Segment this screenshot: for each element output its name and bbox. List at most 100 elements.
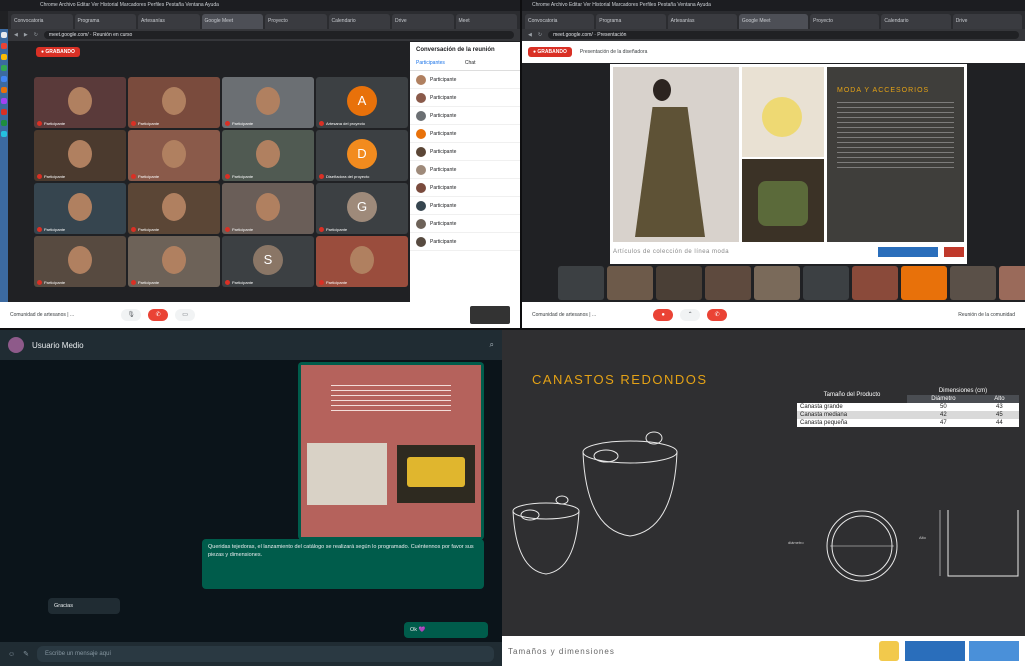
participant-row[interactable]: Participante bbox=[410, 179, 520, 197]
app-icon[interactable] bbox=[1, 76, 7, 82]
mic-muted-icon bbox=[319, 227, 324, 232]
participant-thumbnail[interactable] bbox=[705, 266, 751, 300]
participant-row[interactable]: Participante bbox=[410, 71, 520, 89]
app-icon[interactable] bbox=[1, 54, 7, 60]
tab[interactable]: Drive bbox=[392, 14, 454, 29]
participant-thumbnail[interactable] bbox=[607, 266, 653, 300]
participant-row[interactable]: Participante bbox=[410, 233, 520, 251]
tab[interactable]: Artesanías bbox=[667, 14, 737, 29]
participant-tile-video[interactable]: Participante bbox=[34, 236, 126, 287]
tab[interactable]: Calendario bbox=[328, 14, 390, 29]
image-message[interactable] bbox=[298, 362, 484, 540]
tab[interactable]: Programa bbox=[596, 14, 666, 29]
participant-row[interactable]: Participante bbox=[410, 125, 520, 143]
participant-thumbnail[interactable] bbox=[754, 266, 800, 300]
participant-tile-video[interactable]: Participante bbox=[222, 183, 314, 234]
emoji-icon[interactable]: ☺ bbox=[8, 651, 15, 658]
mic-button[interactable]: 🎙 bbox=[121, 309, 142, 321]
tab[interactable]: Proyecto bbox=[265, 14, 327, 29]
present-button[interactable]: ⌃ bbox=[680, 309, 701, 321]
participant-thumbnail[interactable] bbox=[852, 266, 898, 300]
app-icon[interactable] bbox=[1, 120, 7, 126]
participant-name-label: Participante bbox=[44, 280, 66, 285]
participant-tile-avatar[interactable]: G Participante bbox=[316, 183, 408, 234]
url-field[interactable]: meet.google.com/ · Presentación bbox=[548, 31, 1019, 39]
participant-thumbnail[interactable] bbox=[999, 266, 1025, 300]
participant-tile-video[interactable]: Participante bbox=[34, 183, 126, 234]
reload-icon[interactable]: ↻ bbox=[34, 32, 38, 38]
reload-icon[interactable]: ↻ bbox=[538, 32, 542, 38]
tab-chat[interactable]: Chat bbox=[465, 60, 476, 66]
app-icon[interactable] bbox=[1, 109, 7, 115]
app-icon[interactable] bbox=[1, 32, 7, 38]
meet-grid-window: Chrome Archivo Editar Ver Historial Marc… bbox=[0, 0, 520, 328]
forward-icon[interactable]: ▶ bbox=[24, 32, 28, 38]
participant-tile-video[interactable]: Participante bbox=[128, 183, 220, 234]
participant-row[interactable]: Participante bbox=[410, 107, 520, 125]
avatar[interactable] bbox=[8, 337, 24, 353]
tab[interactable]: Artesanías bbox=[138, 14, 200, 29]
participant-tile-video[interactable]: Participante bbox=[34, 130, 126, 181]
app-icon[interactable] bbox=[1, 98, 7, 104]
participant-face bbox=[256, 87, 280, 115]
participant-row[interactable]: Participante bbox=[410, 197, 520, 215]
app-icon[interactable] bbox=[1, 87, 7, 93]
tab[interactable]: Drive bbox=[952, 14, 1022, 29]
tab[interactable]: Calendario bbox=[881, 14, 951, 29]
participant-row-label: Participante bbox=[430, 202, 457, 209]
participant-tile-video[interactable]: Participante bbox=[128, 77, 220, 128]
participant-tile-avatar[interactable]: D Diseñadora del proyecto bbox=[316, 130, 408, 181]
tab[interactable]: Proyecto bbox=[810, 14, 880, 29]
participant-tile-avatar[interactable]: A Artesana del proyecto bbox=[316, 77, 408, 128]
participant-row[interactable]: Participante bbox=[410, 89, 520, 107]
participant-name: Participante bbox=[319, 280, 347, 285]
participant-tile-video[interactable]: Participante bbox=[222, 130, 314, 181]
back-icon[interactable]: ◀ bbox=[528, 32, 532, 38]
participant-tile-avatar[interactable]: S Participante bbox=[222, 236, 314, 287]
mic-button[interactable]: ● bbox=[653, 309, 674, 321]
participant-row[interactable]: Participante bbox=[410, 161, 520, 179]
hangup-button[interactable]: ✆ bbox=[707, 309, 728, 321]
app-icon[interactable] bbox=[1, 43, 7, 49]
tab[interactable]: Programa bbox=[74, 14, 136, 29]
tab[interactable]: Meet bbox=[455, 14, 517, 29]
tab-active[interactable]: Google Meet bbox=[201, 14, 263, 29]
side-view-body bbox=[947, 510, 1019, 577]
participant-tile-video[interactable]: Participante bbox=[128, 130, 220, 181]
attach-icon[interactable]: ✎ bbox=[23, 650, 29, 658]
slide-heading: MODA Y ACCESORIOS bbox=[837, 87, 930, 94]
participant-tile-video[interactable]: Participante bbox=[34, 77, 126, 128]
browser-tabs: Convocatoria Programa Artesanías Google … bbox=[522, 11, 1025, 29]
search-icon[interactable]: ⌕ bbox=[490, 340, 494, 350]
participant-thumbnail[interactable] bbox=[558, 266, 604, 300]
participant-thumbnail[interactable] bbox=[803, 266, 849, 300]
camera-button[interactable]: ▭ bbox=[175, 309, 196, 321]
participant-thumbnail[interactable] bbox=[901, 266, 947, 300]
table-cell: Canasta pequeña bbox=[800, 420, 848, 426]
url-field[interactable]: meet.google.com/ · Reunión en curso bbox=[43, 31, 514, 39]
contact-name[interactable]: Usuario Medio bbox=[32, 341, 84, 350]
participant-row[interactable]: Participante bbox=[410, 143, 520, 161]
table-subheader: Alto bbox=[979, 395, 1019, 403]
participant-name: Participante bbox=[225, 280, 253, 285]
tab-participants[interactable]: Participantes bbox=[416, 60, 445, 66]
participant-tile-video[interactable]: Participante bbox=[128, 236, 220, 287]
participant-tile-video[interactable]: Participante bbox=[316, 236, 408, 287]
message-input[interactable]: Escribe un mensaje aquí bbox=[37, 646, 494, 662]
participant-row-label: Participante bbox=[430, 112, 457, 119]
participant-thumbnail[interactable] bbox=[656, 266, 702, 300]
participant-tile-video[interactable]: Participante bbox=[222, 77, 314, 128]
avatar: D bbox=[347, 138, 377, 169]
tab[interactable]: Convocatoria bbox=[11, 14, 73, 29]
table-cell: Canasta grande bbox=[800, 404, 843, 410]
participant-thumbnail[interactable] bbox=[950, 266, 996, 300]
hangup-button[interactable]: ✆ bbox=[148, 309, 169, 321]
tab-active[interactable]: Google Meet bbox=[738, 14, 809, 29]
app-icon[interactable] bbox=[1, 65, 7, 71]
participant-row[interactable]: Participante bbox=[410, 215, 520, 233]
people-button[interactable]: Reunión de la comunidad bbox=[958, 312, 1015, 318]
large-basket-body bbox=[582, 451, 678, 537]
back-icon[interactable]: ◀ bbox=[14, 32, 18, 38]
app-icon[interactable] bbox=[1, 131, 7, 137]
tab[interactable]: Convocatoria bbox=[525, 14, 595, 29]
